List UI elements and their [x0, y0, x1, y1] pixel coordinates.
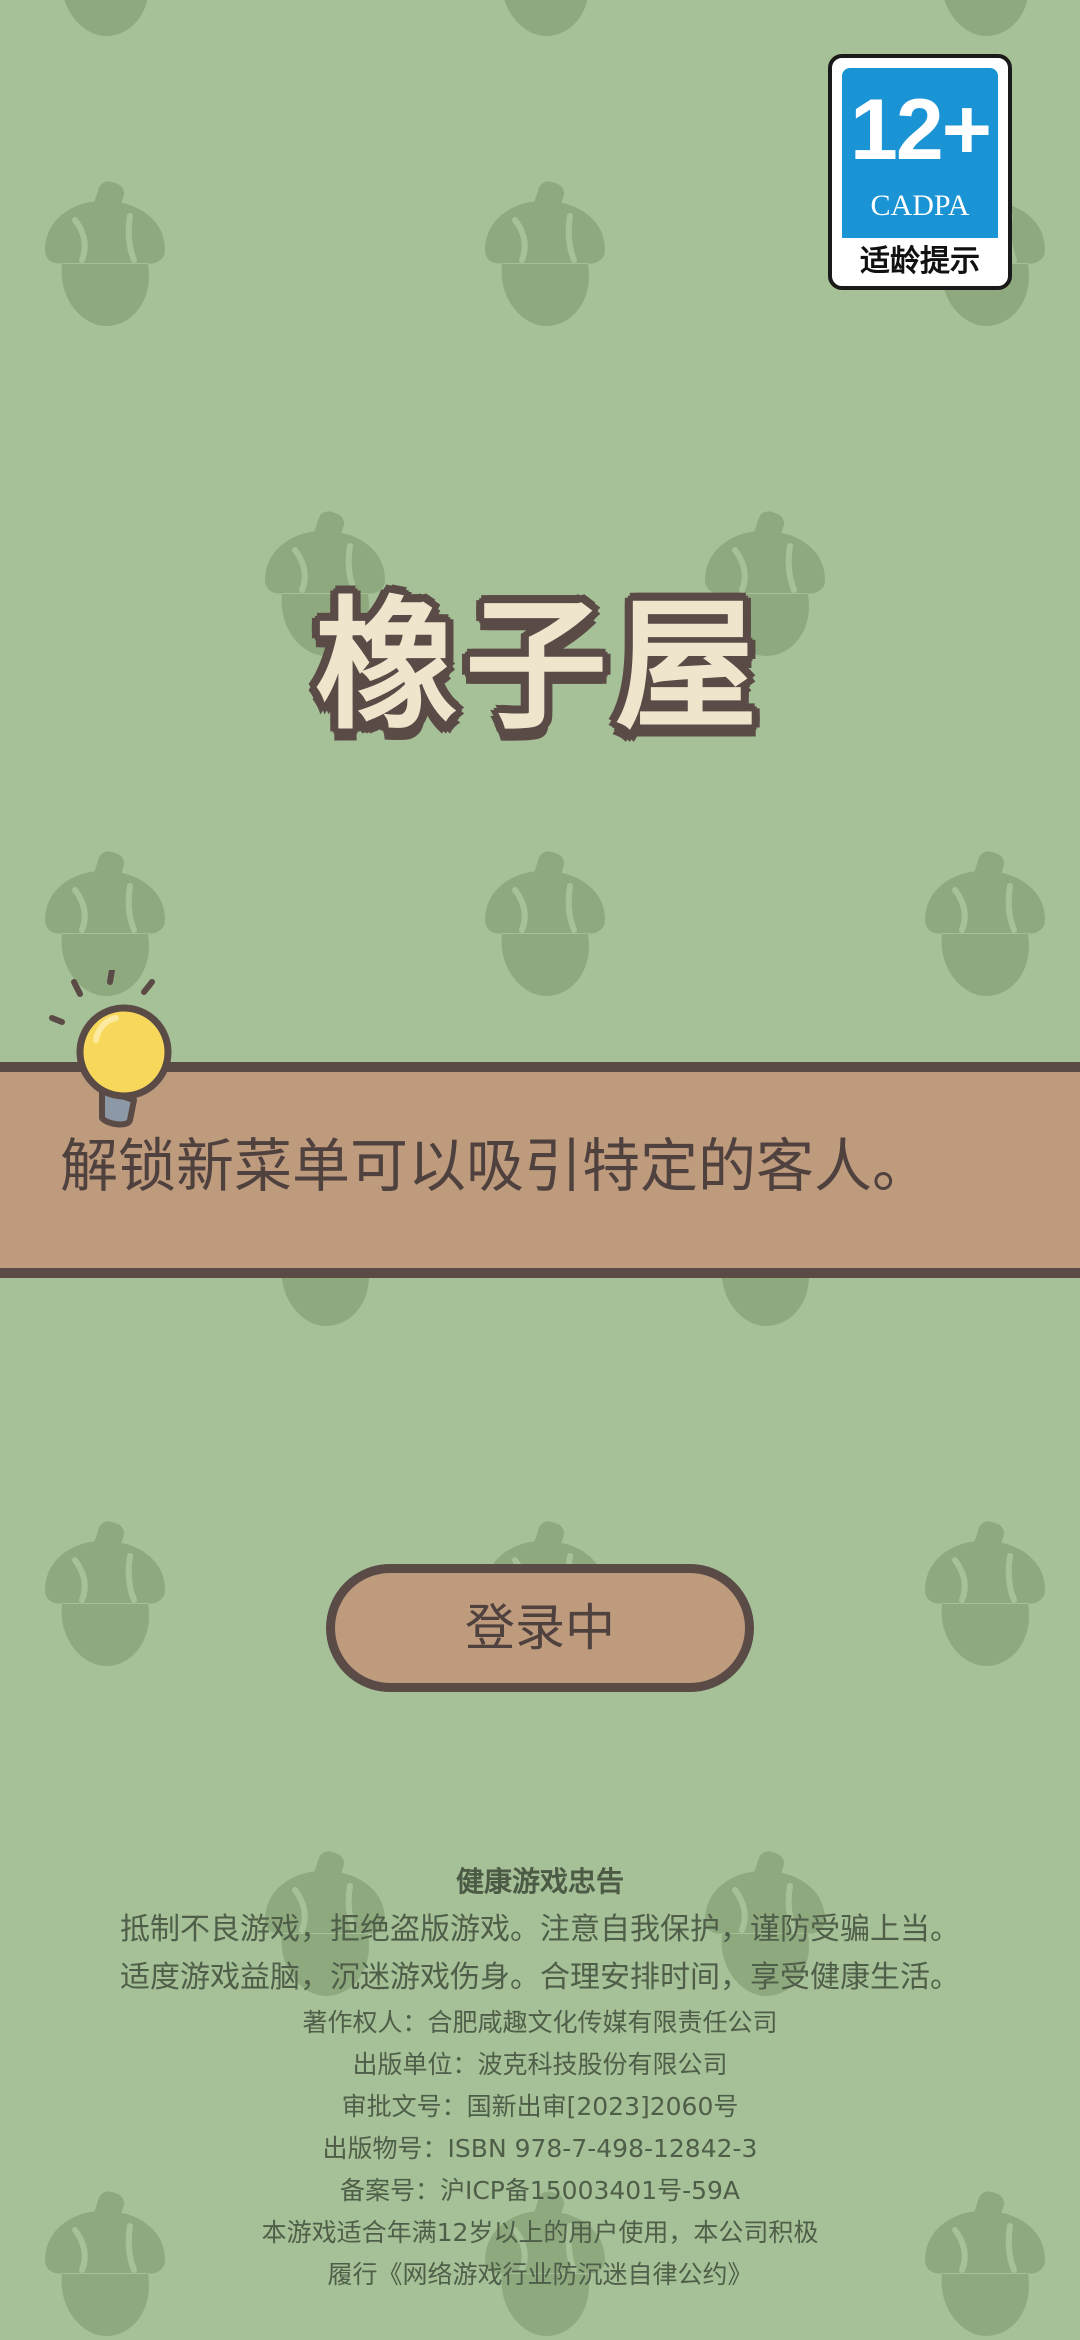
acorn-pattern-icon — [910, 1520, 1060, 1670]
health-advisory-footer: 健康游戏忠告 抵制不良游戏，拒绝盗版游戏。注意自我保护，谨防受骗上当。 适度游戏… — [0, 1858, 1080, 2296]
lightbulb-icon — [49, 970, 172, 1128]
copyright-owner: 著作权人：合肥咸趣文化传媒有限责任公司 — [302, 2008, 778, 2037]
acorn-pattern-icon — [30, 1520, 180, 1670]
publisher: 出版单位：波克科技股份有限公司 — [352, 2050, 728, 2079]
tip-text: 解锁新菜单可以吸引特定的客人。 — [60, 1132, 931, 1200]
age-rating-number: 12+ — [850, 82, 992, 178]
age-notice-line-1: 本游戏适合年满12岁以上的用户使用，本公司积极 — [261, 2218, 819, 2247]
login-button[interactable]: 登录中 — [326, 1564, 754, 1692]
health-advisory-line-1: 抵制不良游戏，拒绝盗版游戏。注意自我保护，谨防受骗上当。 — [120, 1912, 960, 1947]
acorn-pattern-icon — [910, 0, 1060, 40]
health-advisory-title: 健康游戏忠告 — [455, 1865, 624, 1898]
acorn-pattern-icon — [30, 0, 180, 40]
health-advisory-line-2: 适度游戏益脑，沉迷游戏伤身。合理安排时间，享受健康生活。 — [120, 1960, 960, 1995]
age-notice-line-2: 履行《网络游戏行业防沉迷自律公约》 — [327, 2260, 753, 2289]
acorn-pattern-icon — [470, 0, 620, 40]
age-rating-badge: 12+ CADPA 适龄提示 — [828, 54, 1012, 290]
acorn-pattern-icon — [910, 850, 1060, 1000]
age-rating-label: 适龄提示 — [860, 244, 980, 279]
isbn-number: 出版物号：ISBN 978-7-498-12842-3 — [322, 2134, 758, 2163]
acorn-pattern-icon — [470, 180, 620, 330]
acorn-pattern-icon — [30, 180, 180, 330]
game-logo-title: 橡子屋 — [315, 584, 765, 749]
approval-number: 审批文号：国新出审[2023]2060号 — [341, 2092, 739, 2121]
acorn-pattern-icon — [470, 850, 620, 1000]
icp-number: 备案号：沪ICP备15003401号-59A — [339, 2176, 741, 2205]
login-button-label: 登录中 — [465, 1599, 615, 1657]
age-rating-org: CADPA — [870, 189, 970, 222]
age-rating-blue-panel: 12+ CADPA — [842, 68, 998, 238]
